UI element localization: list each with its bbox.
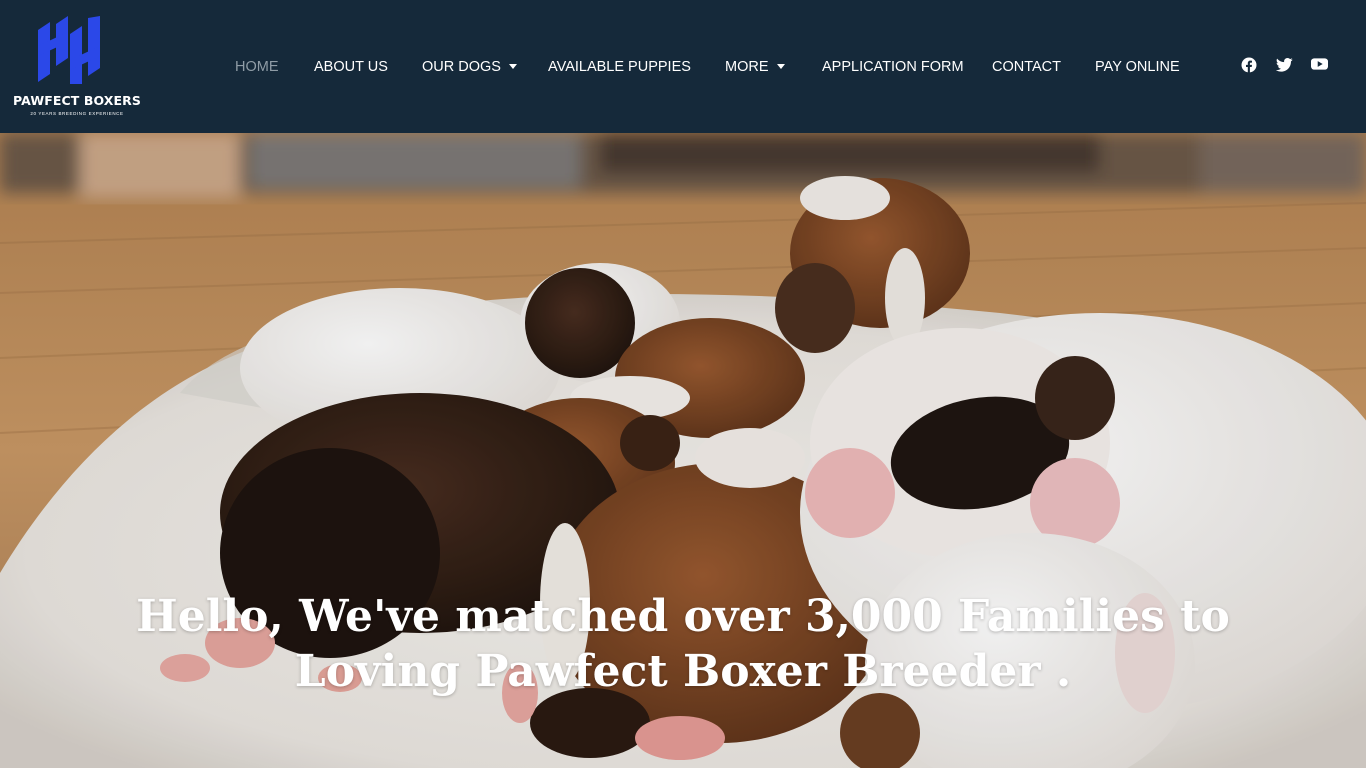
nav-our-dogs-label: OUR DOGS — [422, 59, 501, 75]
nav-more[interactable]: MORE — [725, 56, 785, 78]
site-header: PAWFECT BOXERS 20 YEARS BREEDING EXPERIE… — [0, 0, 1366, 133]
nav-our-dogs[interactable]: OUR DOGS — [422, 56, 517, 78]
nav-more-label: MORE — [725, 59, 769, 75]
nav-home[interactable]: HOME — [235, 56, 279, 78]
twitter-icon[interactable] — [1276, 57, 1293, 75]
nav-about-us[interactable]: ABOUT US — [314, 56, 388, 78]
facebook-icon[interactable] — [1241, 57, 1257, 75]
chevron-down-icon — [508, 63, 517, 69]
logo-mark-icon — [38, 16, 100, 84]
youtube-icon[interactable] — [1311, 57, 1328, 75]
hero-banner: Hello, We've matched over 3,000 Families… — [0, 133, 1366, 768]
hero-heading: Hello, We've matched over 3,000 Families… — [136, 591, 1230, 697]
brand-logo[interactable]: PAWFECT BOXERS 20 YEARS BREEDING EXPERIE… — [10, 14, 141, 122]
nav-pay-online[interactable]: PAY ONLINE — [1095, 56, 1180, 78]
nav-contact[interactable]: CONTACT — [992, 56, 1061, 78]
brand-tagline: 20 YEARS BREEDING EXPERIENCE — [30, 111, 124, 116]
brand-name: PAWFECT BOXERS — [13, 93, 141, 108]
nav-application-form[interactable]: APPLICATION FORM — [822, 56, 964, 78]
nav-available-puppies[interactable]: AVAILABLE PUPPIES — [548, 56, 691, 78]
chevron-down-icon — [776, 63, 785, 69]
